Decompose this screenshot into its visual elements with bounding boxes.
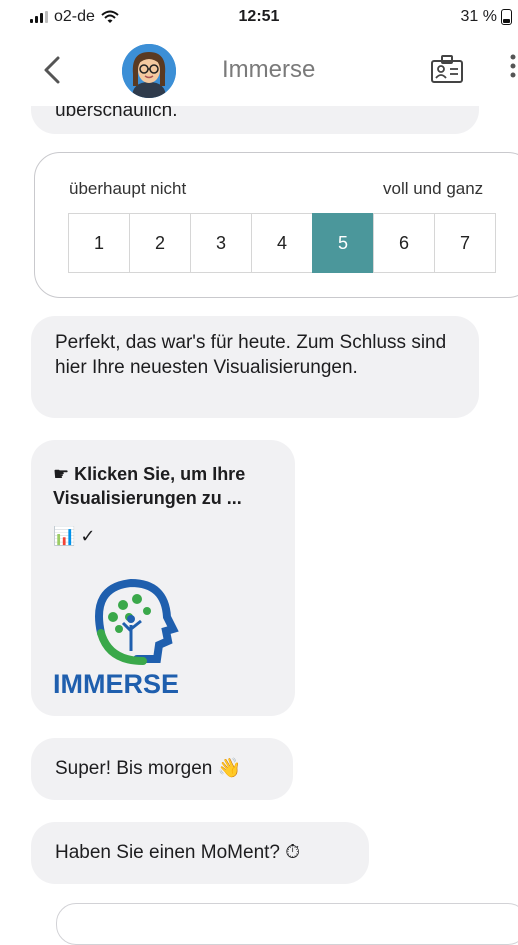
message-text: Haben Sie einen MoMent? ⏱	[55, 842, 301, 863]
message-bubble-bye: Super! Bis morgen 👋	[31, 738, 293, 800]
scale-option-4[interactable]: 4	[251, 213, 313, 273]
back-chevron-icon[interactable]	[34, 50, 74, 90]
message-text: Super! Bis morgen 👋	[55, 758, 242, 779]
contact-card-icon[interactable]	[430, 54, 464, 84]
scale-option-5-selected[interactable]: 5	[312, 213, 374, 273]
scale-option-7[interactable]: 7	[434, 213, 496, 273]
scale-option-1[interactable]: 1	[68, 213, 130, 273]
scale-high-label: voll und ganz	[383, 179, 484, 198]
likert-scale: überhaupt nicht voll und ganz 1 2 3 4 5 …	[34, 152, 518, 298]
scale-options: 1 2 3 4 5 6 7	[68, 213, 496, 273]
clock: 12:51	[238, 8, 280, 25]
immerse-logo-icon: IMMERSE	[53, 578, 179, 699]
chat-title: Immerse	[222, 56, 316, 83]
logo-wordmark: IMMERSE	[53, 669, 179, 699]
reply-input[interactable]	[56, 903, 518, 945]
avatar[interactable]	[122, 44, 176, 98]
visualization-link-card[interactable]: ☛ Klicken Sie, um Ihre Visualisierungen …	[31, 440, 295, 716]
message-bubble-moment: Haben Sie einen MoMent? ⏱	[31, 822, 369, 884]
link-emojis: 📊 ✓	[53, 526, 96, 546]
scale-option-3[interactable]: 3	[190, 213, 252, 273]
message-bubble-perfect: Perfekt, das war's für heute. Zum Schlus…	[31, 316, 479, 418]
scale-option-6[interactable]: 6	[373, 213, 435, 273]
scale-option-2[interactable]: 2	[129, 213, 191, 273]
avatar-woman-icon	[122, 44, 176, 98]
status-bar: o2-de 12:51 31 %	[0, 0, 518, 36]
chat-header: Immerse	[0, 36, 518, 106]
more-options-icon[interactable]	[508, 52, 518, 82]
battery-status: 31 %	[461, 8, 512, 26]
message-text: Perfekt, das war's für heute. Zum Schlus…	[55, 332, 447, 378]
link-title[interactable]: ☛ Klicken Sie, um Ihre Visualisierungen …	[53, 462, 273, 510]
battery-percent: 31 %	[460, 8, 497, 25]
battery-icon	[501, 9, 512, 25]
scale-low-label: überhaupt nicht	[69, 179, 187, 198]
